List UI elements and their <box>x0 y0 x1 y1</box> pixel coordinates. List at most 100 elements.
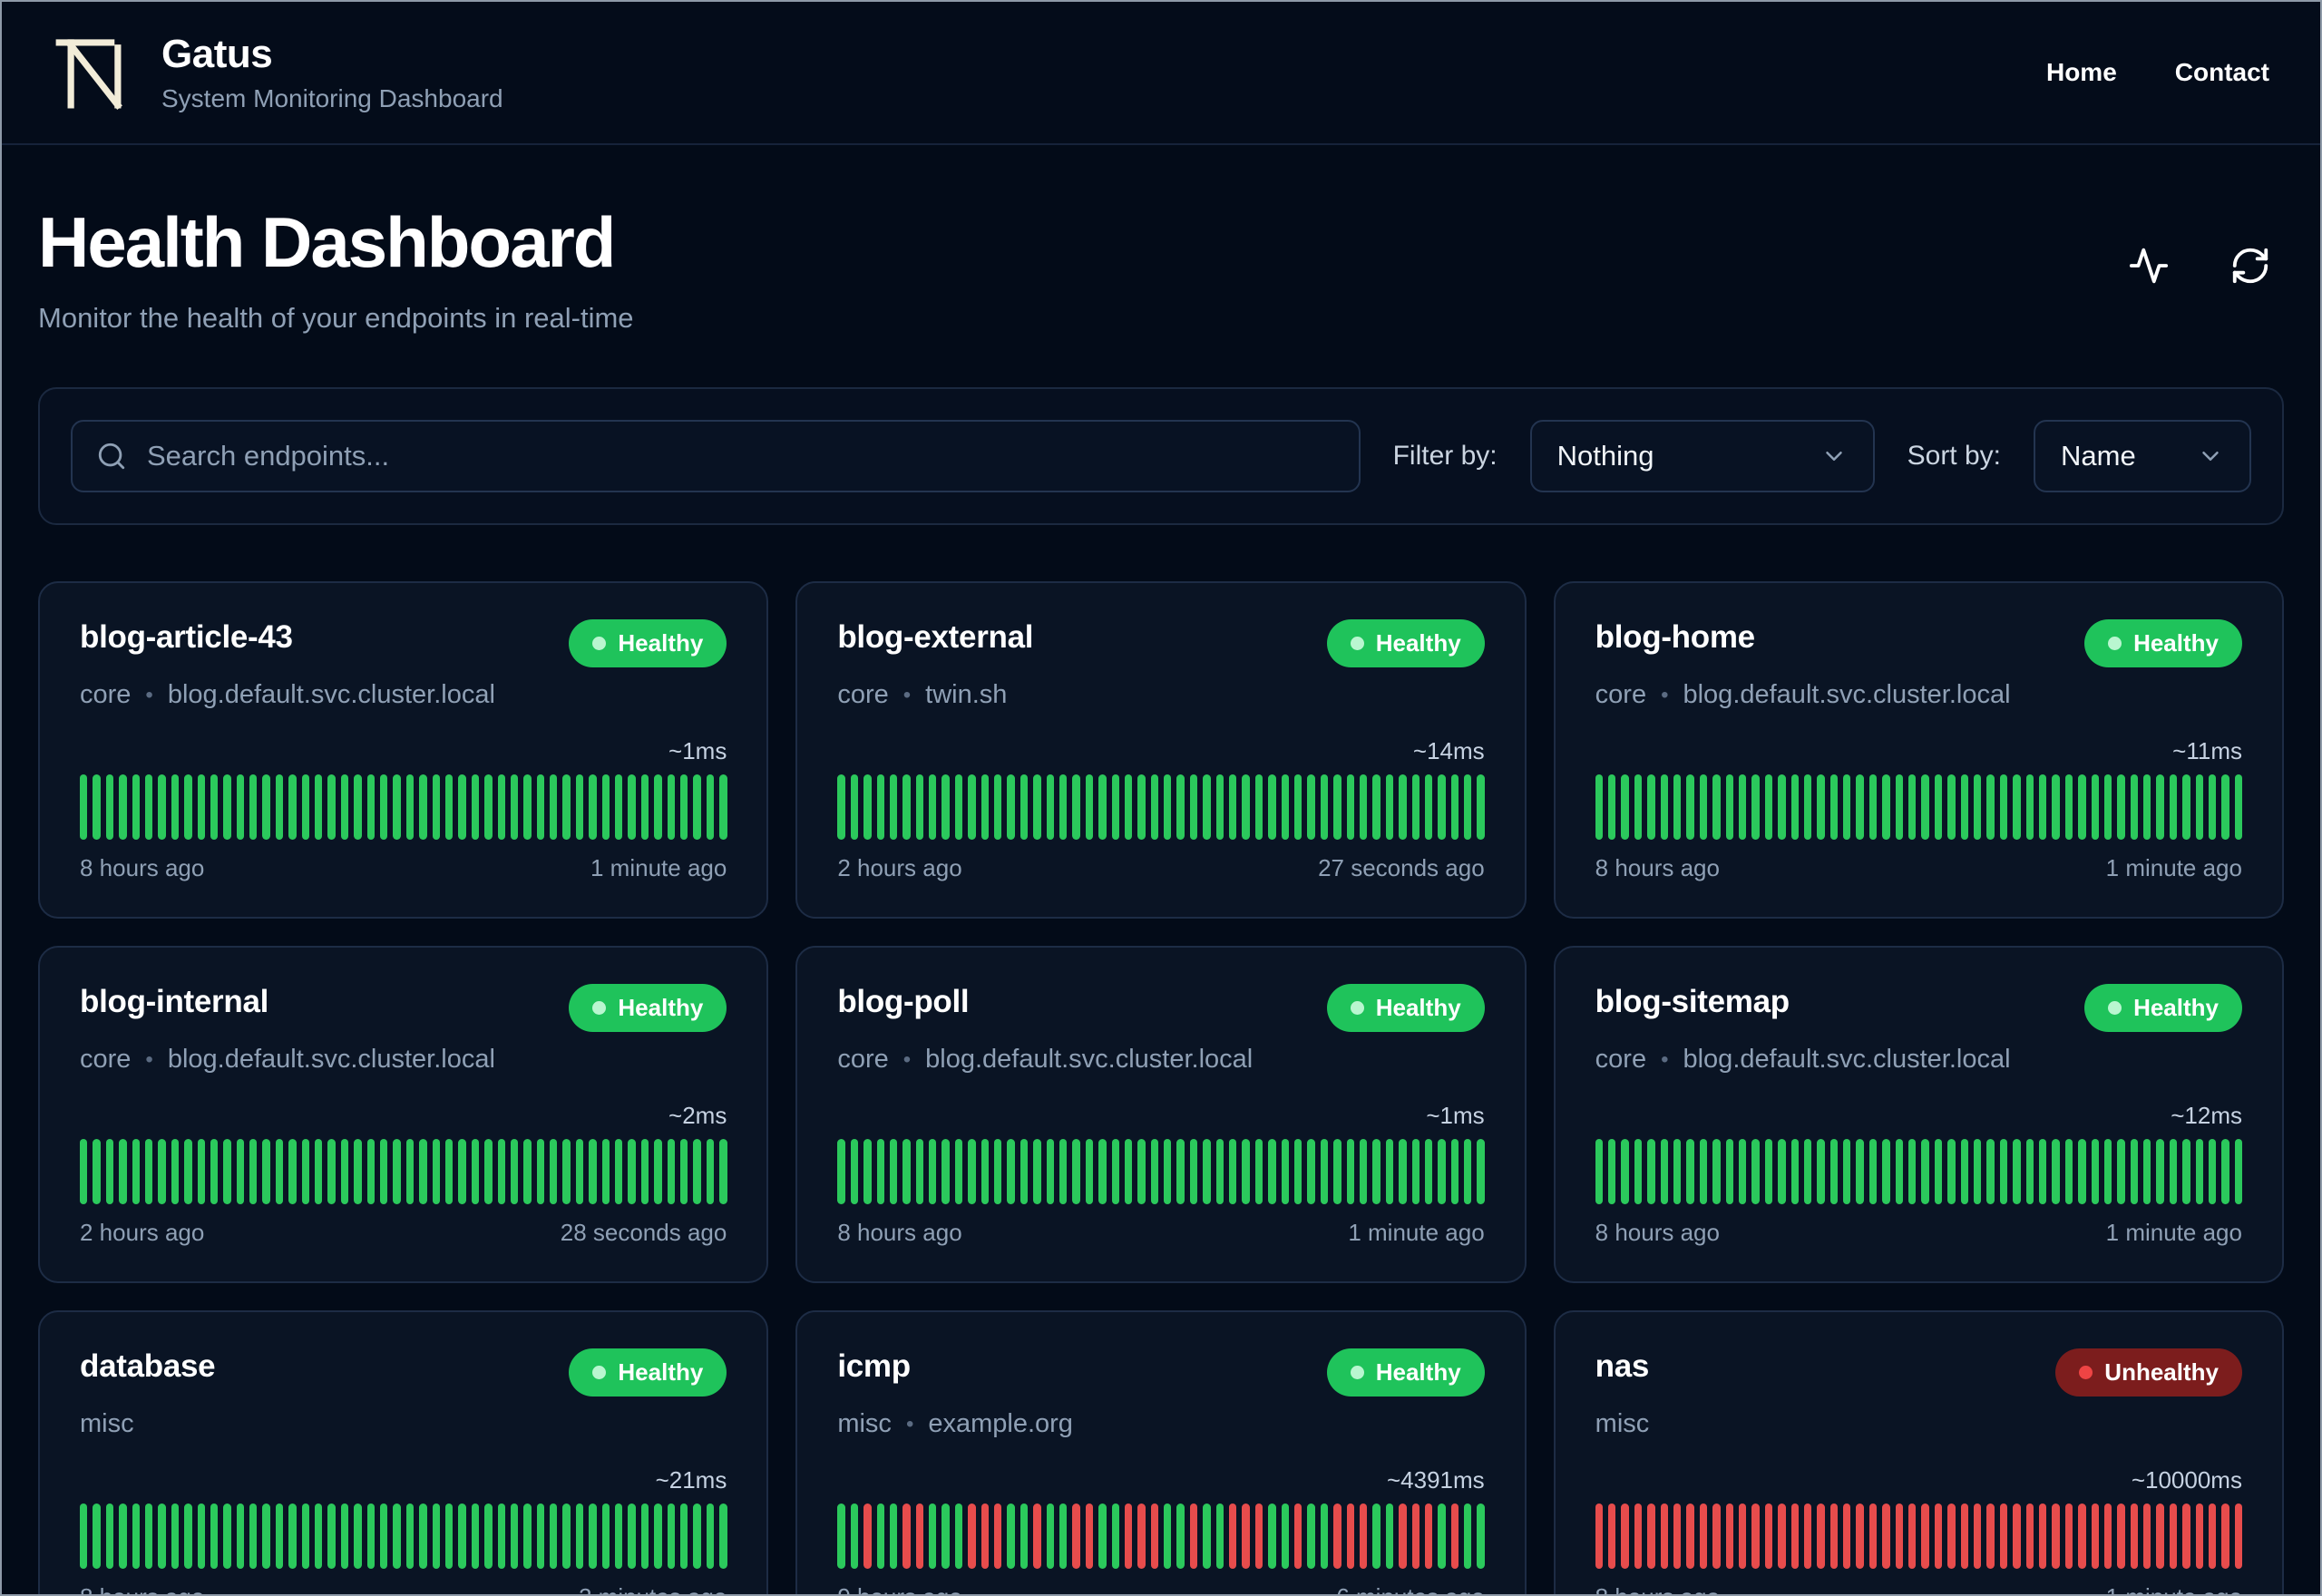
uptime-bar[interactable] <box>1359 1504 1368 1569</box>
uptime-bar[interactable] <box>2221 1139 2229 1204</box>
endpoint-card[interactable]: nas Unhealthy misc ~10000ms 8 hours ago … <box>1553 1310 2284 1594</box>
uptime-bar[interactable] <box>2117 774 2125 840</box>
uptime-bar[interactable] <box>575 1139 584 1204</box>
uptime-bar[interactable] <box>981 1504 990 1569</box>
uptime-bar[interactable] <box>1320 1504 1329 1569</box>
uptime-bar[interactable] <box>941 1504 950 1569</box>
uptime-bar[interactable] <box>458 1139 466 1204</box>
endpoint-card[interactable]: blog-external Healthy core • twin.sh ~14… <box>795 581 1527 919</box>
uptime-bar[interactable] <box>1438 1504 1446 1569</box>
uptime-bar[interactable] <box>288 1504 297 1569</box>
uptime-bar[interactable] <box>1438 1139 1446 1204</box>
uptime-bar[interactable] <box>1908 1139 1917 1204</box>
uptime-bar[interactable] <box>1424 1139 1433 1204</box>
uptime-bar[interactable] <box>2234 1139 2243 1204</box>
uptime-bar[interactable] <box>2091 774 2099 840</box>
uptime-bar[interactable] <box>2143 774 2151 840</box>
uptime-bar[interactable] <box>1738 1504 1747 1569</box>
uptime-bar[interactable] <box>2195 774 2204 840</box>
uptime-bar[interactable] <box>941 1139 950 1204</box>
uptime-bar[interactable] <box>1778 1139 1786 1204</box>
uptime-bar[interactable] <box>2221 1504 2229 1569</box>
uptime-bar[interactable] <box>876 1139 884 1204</box>
uptime-bar[interactable] <box>1882 1504 1890 1569</box>
uptime-bar[interactable] <box>1254 774 1263 840</box>
uptime-bar[interactable] <box>2103 774 2112 840</box>
uptime-bar[interactable] <box>968 1139 976 1204</box>
uptime-bar[interactable] <box>693 1504 701 1569</box>
uptime-bar[interactable] <box>262 774 270 840</box>
uptime-bar[interactable] <box>484 1504 493 1569</box>
uptime-bar[interactable] <box>523 774 532 840</box>
uptime-bar[interactable] <box>119 1504 127 1569</box>
uptime-bar[interactable] <box>1203 1139 1211 1204</box>
brand-link[interactable]: Gatus System Monitoring Dashboard <box>53 31 503 114</box>
uptime-bar[interactable] <box>2052 774 2060 840</box>
uptime-bar[interactable] <box>981 774 990 840</box>
uptime-bar[interactable] <box>1399 1139 1407 1204</box>
uptime-bar[interactable] <box>1725 1139 1733 1204</box>
uptime-bar[interactable] <box>850 1504 859 1569</box>
uptime-bar[interactable] <box>1176 1504 1185 1569</box>
uptime-bar[interactable] <box>1843 1504 1851 1569</box>
uptime-bar[interactable] <box>1137 1504 1146 1569</box>
uptime-bar[interactable] <box>1164 1504 1172 1569</box>
uptime-bar[interactable] <box>301 1504 310 1569</box>
uptime-bar[interactable] <box>562 774 571 840</box>
uptime-bar[interactable] <box>1647 1504 1655 1569</box>
uptime-bar[interactable] <box>628 1139 636 1204</box>
uptime-bar[interactable] <box>1986 1139 1995 1204</box>
uptime-bar[interactable] <box>550 1139 558 1204</box>
uptime-bar[interactable] <box>601 1504 610 1569</box>
uptime-bar[interactable] <box>589 1504 597 1569</box>
uptime-bar[interactable] <box>1817 1139 1825 1204</box>
uptime-bar[interactable] <box>432 1504 440 1569</box>
uptime-bar[interactable] <box>158 774 166 840</box>
uptime-bar[interactable] <box>1189 1139 1198 1204</box>
uptime-bar[interactable] <box>2064 774 2073 840</box>
uptime-bar[interactable] <box>1385 774 1394 840</box>
uptime-bar[interactable] <box>679 774 688 840</box>
uptime-bar[interactable] <box>693 774 701 840</box>
uptime-bar[interactable] <box>1189 774 1198 840</box>
uptime-bar[interactable] <box>667 774 675 840</box>
uptime-bar[interactable] <box>340 1139 349 1204</box>
uptime-bar[interactable] <box>615 1139 623 1204</box>
uptime-bar[interactable] <box>184 1504 192 1569</box>
uptime-bar[interactable] <box>1072 1504 1080 1569</box>
uptime-bar[interactable] <box>315 1139 323 1204</box>
uptime-bar[interactable] <box>158 1139 166 1204</box>
uptime-bar[interactable] <box>288 1139 297 1204</box>
uptime-bar[interactable] <box>850 1139 859 1204</box>
uptime-bar[interactable] <box>654 1139 662 1204</box>
uptime-bar[interactable] <box>301 774 310 840</box>
uptime-bar[interactable] <box>994 1139 1002 1204</box>
uptime-bar[interactable] <box>1686 1139 1694 1204</box>
uptime-bar[interactable] <box>1085 774 1094 840</box>
uptime-bar[interactable] <box>497 1139 505 1204</box>
uptime-bar[interactable] <box>2195 1139 2204 1204</box>
uptime-bar[interactable] <box>340 1504 349 1569</box>
uptime-bar[interactable] <box>550 1504 558 1569</box>
uptime-bar[interactable] <box>1595 1504 1604 1569</box>
uptime-bar[interactable] <box>1947 1139 1956 1204</box>
uptime-bar[interactable] <box>1660 774 1668 840</box>
uptime-bar[interactable] <box>640 774 649 840</box>
uptime-bar[interactable] <box>2013 1139 2021 1204</box>
uptime-bar[interactable] <box>223 1504 231 1569</box>
uptime-bar[interactable] <box>719 1504 727 1569</box>
uptime-bar[interactable] <box>288 774 297 840</box>
uptime-bar[interactable] <box>915 1504 924 1569</box>
uptime-bar[interactable] <box>1477 774 1485 840</box>
uptime-bar[interactable] <box>693 1139 701 1204</box>
uptime-bar[interactable] <box>1372 1139 1381 1204</box>
uptime-bar[interactable] <box>301 1139 310 1204</box>
uptime-bar[interactable] <box>837 1504 845 1569</box>
uptime-bar[interactable] <box>1764 1504 1773 1569</box>
uptime-bar[interactable] <box>458 1504 466 1569</box>
uptime-bar[interactable] <box>184 1139 192 1204</box>
uptime-bar[interactable] <box>1176 774 1185 840</box>
uptime-bar[interactable] <box>1895 1504 1904 1569</box>
uptime-bar[interactable] <box>1634 1139 1643 1204</box>
uptime-bar[interactable] <box>105 774 114 840</box>
